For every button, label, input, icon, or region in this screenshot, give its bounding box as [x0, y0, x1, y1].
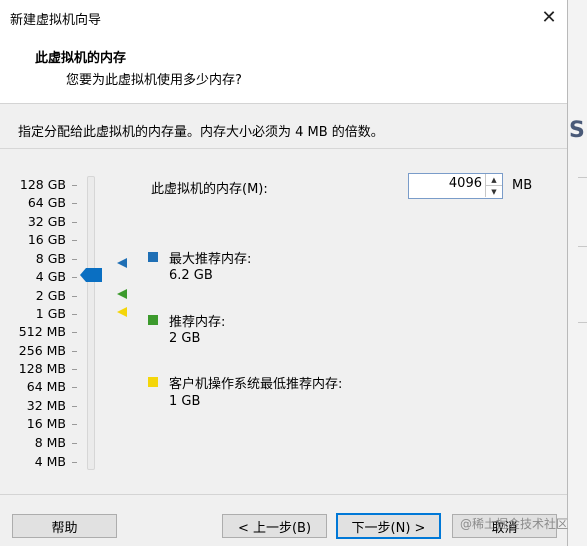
next-button[interactable]: 下一步(N) > — [336, 513, 441, 539]
max-recommended-label: 最大推荐内存: — [169, 252, 252, 267]
scale-label: 32 GB — [27, 214, 66, 229]
scale-tick — [72, 240, 77, 241]
close-button[interactable]: ✕ — [533, 0, 565, 34]
scale-label: 4 GB — [35, 269, 66, 284]
memory-slider-thumb[interactable] — [80, 268, 102, 282]
scale-label: 32 MB — [26, 398, 66, 413]
scale-label: 2 GB — [35, 288, 66, 303]
content-panel — [0, 104, 567, 494]
scale-tick — [72, 203, 77, 204]
min-recommended-value: 1 GB — [169, 394, 201, 409]
scale-tick — [72, 369, 77, 370]
scale-label: 512 MB — [18, 324, 66, 339]
background-divider — [578, 322, 587, 323]
scale-label: 4 MB — [34, 454, 66, 469]
memory-spinner[interactable]: ▲ ▼ — [485, 174, 502, 198]
scale-tick — [72, 185, 77, 186]
scale-tick — [72, 314, 77, 315]
min-recommended-marker-icon — [117, 307, 127, 317]
window-title: 新建虚拟机向导 — [10, 13, 102, 28]
scale-label: 8 MB — [34, 435, 66, 450]
background-app-glyph: S — [569, 118, 585, 143]
instruction-text: 指定分配给此虚拟机的内存量。内存大小必须为 4 MB 的倍数。 — [18, 125, 384, 140]
scale-label: 16 MB — [26, 416, 66, 431]
scale-tick — [72, 351, 77, 352]
recommended-value: 2 GB — [169, 331, 201, 346]
min-recommended-legend-icon — [148, 377, 158, 387]
arrow-up-icon[interactable]: ▲ — [485, 174, 502, 185]
scale-label: 128 GB — [19, 177, 66, 192]
scale-tick — [72, 332, 77, 333]
scale-label: 128 MB — [18, 361, 66, 376]
scale-label: 1 GB — [35, 306, 66, 321]
instruction-divider — [0, 148, 567, 149]
scale-tick — [72, 259, 77, 260]
close-icon: ✕ — [541, 6, 557, 28]
scale-tick — [72, 462, 77, 463]
scale-tick — [72, 222, 77, 223]
watermark: @稀土掘金技术社区 — [460, 517, 569, 531]
scale-tick — [72, 277, 77, 278]
memory-label: 此虚拟机的内存(M): — [151, 182, 268, 197]
background-divider — [578, 177, 587, 178]
recommended-marker-icon — [117, 289, 127, 299]
scale-tick — [72, 387, 77, 388]
scale-tick — [72, 424, 77, 425]
background-divider — [578, 246, 587, 247]
max-recommended-value: 6.2 GB — [169, 268, 213, 283]
page-title: 此虚拟机的内存 — [35, 51, 127, 66]
scale-tick — [72, 296, 77, 297]
memory-unit: MB — [512, 178, 533, 193]
max-recommended-legend-icon — [148, 252, 158, 262]
scale-label: 64 MB — [26, 379, 66, 394]
scale-tick — [72, 406, 77, 407]
help-button[interactable]: 帮助 — [12, 514, 117, 538]
memory-input-value[interactable]: 4096 — [409, 176, 482, 191]
back-button[interactable]: < 上一步(B) — [222, 514, 327, 538]
min-recommended-label: 客户机操作系统最低推荐内存: — [169, 377, 343, 392]
background-window — [567, 0, 587, 546]
scale-label: 256 MB — [18, 343, 66, 358]
max-recommended-marker-icon — [117, 258, 127, 268]
scale-tick — [72, 443, 77, 444]
scale-label: 64 GB — [27, 195, 66, 210]
scale-label: 8 GB — [35, 251, 66, 266]
memory-slider-track[interactable] — [87, 176, 95, 470]
recommended-label: 推荐内存: — [169, 315, 226, 330]
arrow-down-icon[interactable]: ▼ — [485, 185, 502, 197]
page-subtitle: 您要为此虚拟机使用多少内存? — [66, 73, 242, 88]
scale-label: 16 GB — [27, 232, 66, 247]
recommended-legend-icon — [148, 315, 158, 325]
